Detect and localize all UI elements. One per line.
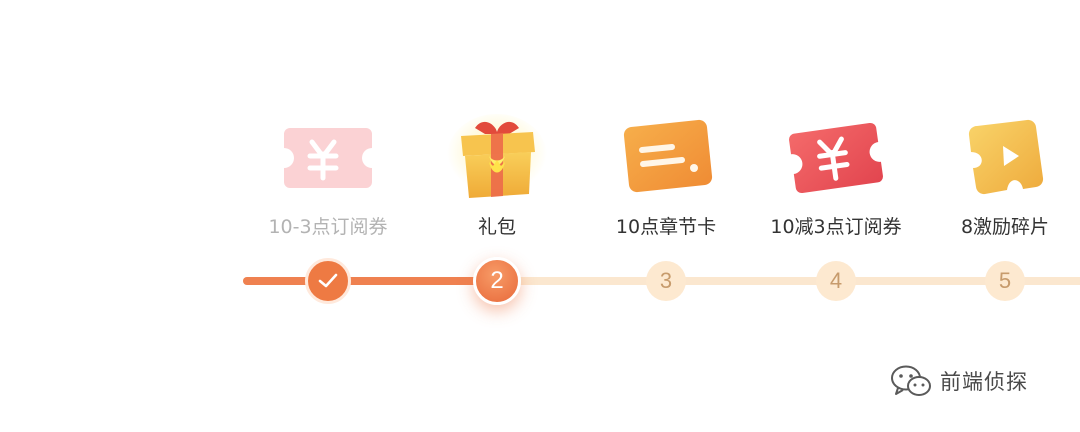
progress-fill [243, 277, 498, 285]
wechat-icon [891, 365, 931, 396]
step-number: 4 [829, 268, 843, 293]
reward-label: 10-3点订阅券 [268, 216, 388, 238]
checkin-rewards-panel: 10-3点订阅券 礼包 10点章节卡 10减3点订阅券 8激励碎片 2 3 4 … [0, 0, 1080, 432]
step-node-5[interactable]: 5 [985, 261, 1025, 301]
reward-item-2[interactable]: 礼包 [422, 112, 572, 252]
step-number: 2 [490, 267, 504, 294]
gift-box-icon [447, 114, 547, 198]
play-fragment-icon [968, 119, 1044, 195]
step-number: 5 [998, 268, 1012, 293]
reward-item-1[interactable]: 10-3点订阅券 [253, 112, 403, 252]
reward-label: 8激励碎片 [960, 216, 1050, 238]
step-number: 3 [659, 268, 673, 293]
reward-item-3[interactable]: 10点章节卡 [591, 112, 741, 252]
watermark: 前端侦探 [890, 364, 1028, 398]
reward-label: 10点章节卡 [615, 216, 717, 238]
reward-label: 10减3点订阅券 [770, 216, 902, 238]
yuan-ticket-icon [789, 123, 883, 193]
watermark-text: 前端侦探 [940, 370, 1028, 394]
reward-item-5[interactable]: 8激励碎片 [930, 112, 1080, 252]
step-node-2[interactable]: 2 [473, 257, 521, 305]
reward-label: 礼包 [477, 216, 516, 238]
step-node-4[interactable]: 4 [816, 261, 856, 301]
checkmark-icon [318, 273, 338, 288]
step-node-1[interactable] [305, 258, 351, 304]
yuan-ticket-icon [284, 128, 372, 188]
chapter-card-icon [623, 119, 713, 193]
step-node-3[interactable]: 3 [646, 261, 686, 301]
reward-item-4[interactable]: 10减3点订阅券 [761, 112, 911, 252]
